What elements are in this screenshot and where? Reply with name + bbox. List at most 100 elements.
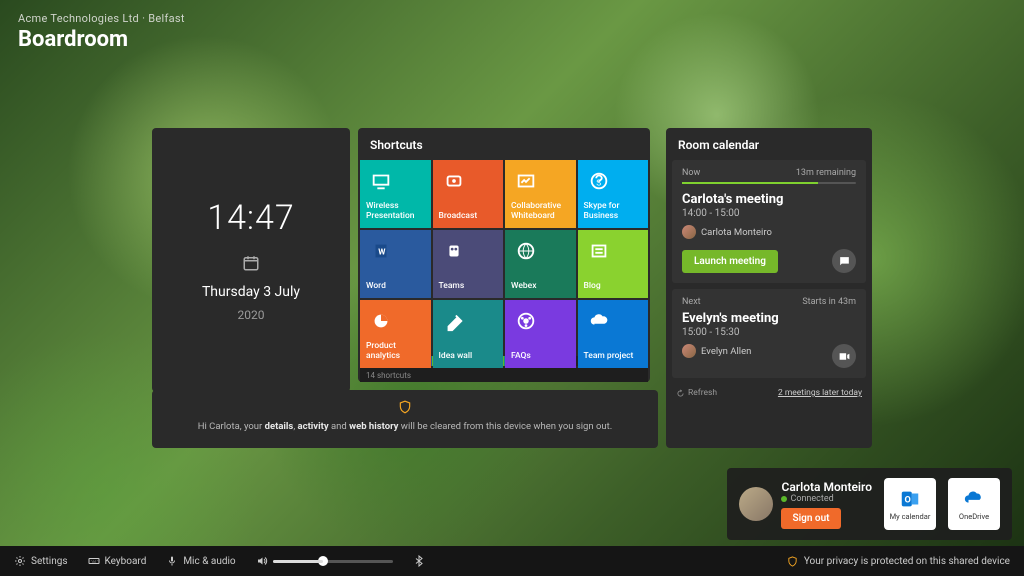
onedrive-icon	[963, 488, 985, 510]
settings-button[interactable]: Settings	[14, 555, 68, 567]
tile-label: Idea wall	[439, 352, 500, 362]
meeting-now: Now 13m remaining Carlota's meeting 14:0…	[672, 160, 866, 283]
shortcut-tile[interactable]: Wireless Presentation	[360, 160, 431, 228]
tile-icon	[370, 310, 392, 332]
shortcut-tile[interactable]: W Word	[360, 230, 431, 298]
status-dot-icon	[781, 496, 787, 502]
calendar-footer: Refresh 2 meetings later today	[666, 384, 872, 406]
onedrive-tile[interactable]: OneDrive	[948, 478, 1000, 530]
shortcut-tile[interactable]: Idea wall	[433, 300, 504, 368]
shield-icon	[787, 556, 798, 567]
tile-label: Team project	[584, 352, 645, 362]
svg-text:W: W	[378, 248, 386, 258]
clock-day: Thursday 3 July	[202, 284, 300, 300]
svg-text:O: O	[905, 495, 911, 505]
clock-year: 2020	[238, 308, 265, 322]
tile-icon	[515, 170, 537, 192]
later-meetings-link[interactable]: 2 meetings later today	[778, 388, 862, 398]
tile-label: Wireless Presentation	[366, 202, 427, 222]
shortcuts-panel: Shortcuts Wireless Presentation Broadcast…	[358, 128, 650, 382]
next-starts: Starts in 43m	[802, 297, 856, 307]
video-icon[interactable]	[832, 344, 856, 368]
now-title: Carlota's meeting	[682, 192, 856, 207]
tile-label: FAQs	[511, 352, 572, 362]
shortcut-tile[interactable]: Product analytics	[360, 300, 431, 368]
shortcut-tile[interactable]: S Skype for Business	[578, 160, 649, 228]
next-title: Evelyn's meeting	[682, 311, 856, 326]
shortcut-tile[interactable]: Collaborative Whiteboard	[505, 160, 576, 228]
volume-knob[interactable]	[318, 556, 328, 566]
keyboard-button[interactable]: Keyboard	[88, 555, 147, 567]
tile-icon	[515, 310, 537, 332]
user-card: Carlota Monteiro Connected Sign out O My…	[727, 468, 1012, 540]
now-remaining: 13m remaining	[796, 168, 856, 178]
shortcut-grid: Wireless Presentation Broadcast Collaborat…	[358, 160, 650, 368]
shortcut-tile[interactable]: Broadcast	[433, 160, 504, 228]
org-name: Acme Technologies Ltd	[18, 12, 139, 25]
meeting-progress	[682, 182, 856, 184]
meeting-next: Next Starts in 43m Evelyn's meeting 15:0…	[672, 289, 866, 378]
sign-out-button[interactable]: Sign out	[781, 508, 840, 529]
avatar	[682, 344, 696, 358]
tile-label: Word	[366, 282, 427, 292]
volume-control[interactable]	[256, 555, 393, 567]
location-name: Belfast	[148, 12, 185, 25]
svg-text:S: S	[596, 179, 601, 189]
center-column: Shortcuts Wireless Presentation Broadcast…	[358, 128, 658, 448]
privacy-note: Hi Carlota, your details, activity and w…	[152, 390, 658, 448]
tile-icon	[515, 240, 537, 262]
avatar	[739, 487, 773, 521]
tile-label: Collaborative Whiteboard	[511, 202, 572, 222]
outlook-icon: O	[899, 488, 921, 510]
tile-icon	[588, 240, 610, 262]
tile-icon	[443, 170, 465, 192]
launch-meeting-button[interactable]: Launch meeting	[682, 250, 778, 273]
refresh-button[interactable]: Refresh	[676, 388, 717, 398]
shortcuts-title: Shortcuts	[358, 128, 650, 160]
clock-panel: 14:47 Thursday 3 July 2020	[152, 128, 350, 392]
now-label: Now	[682, 168, 700, 178]
tile-icon: S	[588, 170, 610, 192]
tile-icon	[588, 310, 610, 332]
tile-icon: W	[370, 240, 392, 262]
chat-icon[interactable]	[832, 249, 856, 273]
tile-icon	[443, 240, 465, 262]
bluetooth-button[interactable]	[413, 555, 425, 567]
user-status: Connected	[781, 494, 872, 504]
shortcut-tile[interactable]: Team project	[578, 300, 649, 368]
taskbar: Settings Keyboard Mic & audio Your priva…	[0, 546, 1024, 576]
clock-time: 14:47	[207, 198, 295, 238]
tile-label: Teams	[439, 282, 500, 292]
volume-icon	[256, 555, 268, 567]
tile-label: Product analytics	[366, 342, 427, 362]
tile-label: Skype for Business	[584, 202, 645, 222]
my-calendar-tile[interactable]: O My calendar	[884, 478, 936, 530]
shortcut-count: 14 shortcuts	[360, 368, 648, 382]
main-panels: 14:47 Thursday 3 July 2020 Shortcuts Wir…	[152, 128, 872, 448]
next-label: Next	[682, 297, 701, 307]
shortcut-tile[interactable]: Webex	[505, 230, 576, 298]
mic-audio-button[interactable]: Mic & audio	[166, 555, 235, 567]
next-time: 15:00 - 15:30	[682, 327, 856, 338]
tile-icon	[443, 310, 465, 332]
shortcut-tile[interactable]: FAQs	[505, 300, 576, 368]
next-organizer: Evelyn Allen	[682, 344, 856, 358]
tile-icon	[370, 170, 392, 192]
shortcut-tile[interactable]: Teams	[433, 230, 504, 298]
now-organizer: Carlota Monteiro	[682, 225, 856, 239]
breadcrumb: Acme Technologies Ltd · Belfast	[18, 12, 185, 25]
tile-label: Blog	[584, 282, 645, 292]
volume-slider[interactable]	[273, 560, 393, 563]
room-title: Boardroom	[18, 27, 185, 52]
calendar-panel: Room calendar Now 13m remaining Carlota'…	[666, 128, 872, 448]
tile-label: Broadcast	[439, 212, 500, 222]
privacy-indicator[interactable]: Your privacy is protected on this shared…	[787, 556, 1010, 567]
calendar-title: Room calendar	[666, 128, 872, 160]
now-time: 14:00 - 15:00	[682, 208, 856, 219]
calendar-icon	[242, 254, 260, 272]
avatar	[682, 225, 696, 239]
shield-icon	[398, 400, 412, 414]
tile-label: Webex	[511, 282, 572, 292]
shortcut-tile[interactable]: Blog	[578, 230, 649, 298]
bluetooth-icon	[413, 555, 425, 567]
